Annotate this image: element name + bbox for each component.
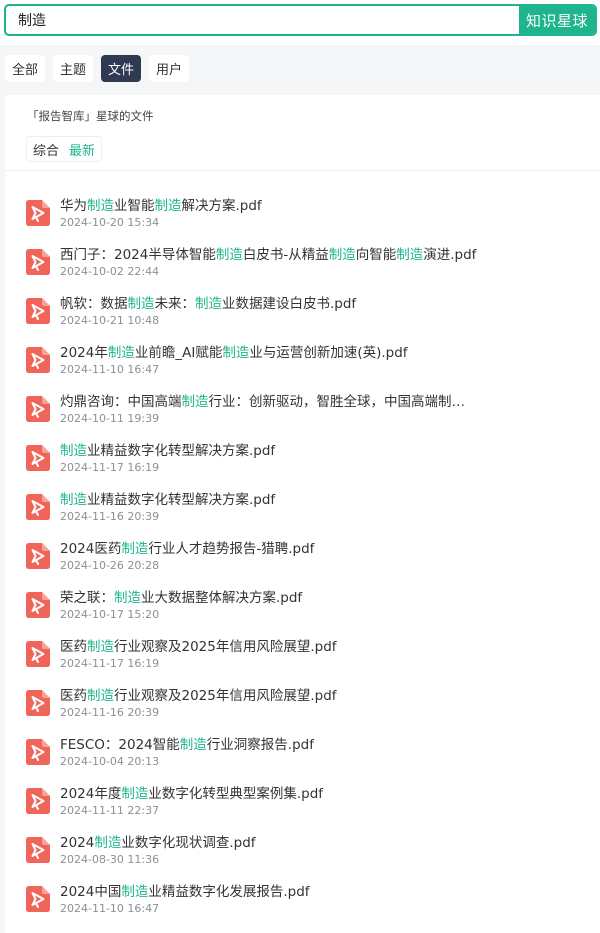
type-tab[interactable]: 用户 bbox=[149, 55, 190, 82]
file-list-item[interactable]: 医药制造行业观察及2025年信用风险展望.pdf 2024-11-16 20:39 bbox=[5, 661, 600, 719]
file-name[interactable]: 华为制造业智能制造解决方案.pdf bbox=[60, 197, 490, 215]
search-box: 知识星球 bbox=[4, 4, 597, 36]
file-name[interactable]: 2024年度制造业数字化转型典型案例集.pdf bbox=[60, 785, 490, 803]
file-list-item[interactable]: 制造业精益数字化转型解决方案.pdf 2024-11-17 16:19 bbox=[5, 416, 600, 474]
pdf-file-icon bbox=[26, 886, 50, 912]
search-highlight: 制造 bbox=[179, 737, 207, 753]
file-name[interactable]: 西门子：2024半导体智能制造白皮书-从精益制造向智能制造演进.pdf bbox=[60, 246, 490, 264]
file-name[interactable]: 医药制造行业观察及2025年信用风险展望.pdf bbox=[60, 638, 490, 656]
file-list-item[interactable]: 2024制造业数字化现状调查.pdf 2024-08-30 11:36 bbox=[5, 808, 600, 866]
file-list-item[interactable]: 2024年制造业前瞻_AI赋能制造业与运营创新加速(英).pdf 2024-11-… bbox=[5, 318, 600, 376]
type-tabs: 全部 主题 文件 用户 bbox=[0, 55, 190, 85]
file-list-item[interactable]: 西门子：2024半导体智能制造白皮书-从精益制造向智能制造演进.pdf 2024-… bbox=[5, 220, 600, 278]
type-tab[interactable]: 主题 bbox=[53, 55, 94, 82]
search-highlight: 制造 bbox=[60, 492, 87, 508]
search-highlight: 制造 bbox=[195, 296, 222, 312]
search-highlight: 制造 bbox=[215, 247, 243, 263]
search-highlight: 制造 bbox=[396, 247, 424, 263]
file-date: 2024-11-10 16:47 bbox=[60, 902, 160, 915]
search-highlight: 制造 bbox=[87, 198, 114, 214]
search-highlight: 制造 bbox=[60, 443, 87, 459]
file-list-item[interactable]: 灼鼎咨询：中国高端制造行业：创新驱动，智胜全球，中国高端制… 2024-10-11… bbox=[5, 367, 600, 425]
search-highlight: 制造 bbox=[154, 198, 182, 214]
results-panel: 「报告智库」星球的文件 综合 最新 华为制造业智能制造解决方案.pdf 2024-1… bbox=[5, 95, 600, 933]
search-highlight: 制造 bbox=[181, 394, 209, 410]
search-highlight: 制造 bbox=[222, 345, 250, 361]
search-highlight: 制造 bbox=[328, 247, 356, 263]
file-list-item[interactable]: 2024年度制造业数字化转型典型案例集.pdf 2024-11-11 22:37 bbox=[5, 759, 600, 817]
sort-tabs: 综合 最新 bbox=[26, 136, 103, 162]
panel-header: 「报告智库」星球的文件 综合 最新 bbox=[5, 95, 600, 171]
file-list-item[interactable]: 医药制造行业观察及2025年信用风险展望.pdf 2024-11-17 16:19 bbox=[5, 612, 600, 670]
search-highlight: 制造 bbox=[114, 590, 141, 606]
file-list-item[interactable]: 帆软：数据制造未来：制造业数据建设白皮书.pdf 2024-10-21 10:48 bbox=[5, 269, 600, 327]
search-input[interactable] bbox=[6, 6, 520, 34]
search-highlight: 制造 bbox=[87, 639, 114, 655]
file-list-item[interactable]: FESCO：2024智能制造行业洞察报告.pdf 2024-10-04 20:13 bbox=[5, 710, 600, 768]
search-highlight: 制造 bbox=[94, 835, 122, 851]
file-list: 华为制造业智能制造解决方案.pdf 2024-10-20 15:34 西门子：202… bbox=[5, 171, 600, 915]
sort-tab[interactable]: 最新 bbox=[69, 140, 95, 159]
search-bar: 知识星球 bbox=[0, 0, 600, 45]
search-button[interactable]: 知识星球 bbox=[519, 6, 595, 34]
file-name[interactable]: 医药制造行业观察及2025年信用风险展望.pdf bbox=[60, 687, 490, 705]
search-highlight: 制造 bbox=[127, 296, 155, 312]
file-list-item[interactable]: 华为制造业智能制造解决方案.pdf 2024-10-20 15:34 bbox=[5, 171, 600, 229]
file-name[interactable]: 2024制造业数字化现状调查.pdf bbox=[60, 834, 490, 852]
file-name[interactable]: 2024年制造业前瞻_AI赋能制造业与运营创新加速(英).pdf bbox=[60, 344, 490, 362]
file-name[interactable]: 制造业精益数字化转型解决方案.pdf bbox=[60, 491, 490, 509]
file-list-item[interactable]: 2024医药制造行业人才趋势报告-猎聘.pdf 2024-10-26 20:28 bbox=[5, 514, 600, 572]
file-list-item[interactable]: 制造业精益数字化转型解决方案.pdf 2024-11-16 20:39 bbox=[5, 465, 600, 523]
file-name[interactable]: 荣之联：制造业大数据整体解决方案.pdf bbox=[60, 589, 490, 607]
search-highlight: 制造 bbox=[121, 884, 149, 900]
file-name[interactable]: 制造业精益数字化转型解决方案.pdf bbox=[60, 442, 490, 460]
type-tab[interactable]: 文件 bbox=[101, 55, 142, 82]
search-highlight: 制造 bbox=[121, 541, 149, 557]
sort-tab[interactable]: 综合 bbox=[33, 140, 59, 159]
file-list-item[interactable]: 2024中国制造业精益数字化发展报告.pdf 2024-11-10 16:47 bbox=[5, 857, 600, 915]
search-highlight: 制造 bbox=[107, 345, 135, 361]
file-list-item[interactable]: 荣之联：制造业大数据整体解决方案.pdf 2024-10-17 15:20 bbox=[5, 563, 600, 621]
file-name[interactable]: FESCO：2024智能制造行业洞察报告.pdf bbox=[60, 736, 490, 754]
type-tab[interactable]: 全部 bbox=[5, 55, 46, 82]
file-name[interactable]: 灼鼎咨询：中国高端制造行业：创新驱动，智胜全球，中国高端制… bbox=[60, 393, 490, 411]
search-highlight: 制造 bbox=[121, 786, 149, 802]
search-highlight: 制造 bbox=[87, 688, 114, 704]
planet-files-title: 「报告智库」星球的文件 bbox=[27, 109, 154, 123]
file-name[interactable]: 帆软：数据制造未来：制造业数据建设白皮书.pdf bbox=[60, 295, 490, 313]
file-name[interactable]: 2024医药制造行业人才趋势报告-猎聘.pdf bbox=[60, 540, 490, 558]
file-name[interactable]: 2024中国制造业精益数字化发展报告.pdf bbox=[60, 883, 490, 901]
